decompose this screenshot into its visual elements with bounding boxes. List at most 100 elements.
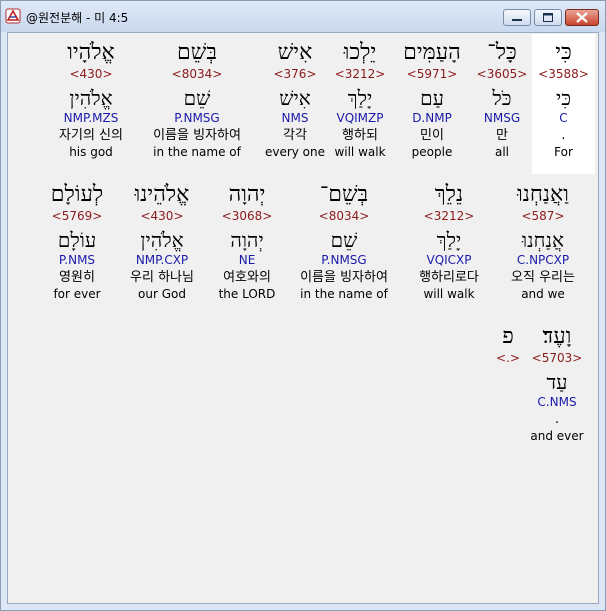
strong-number: <5703> bbox=[531, 351, 583, 365]
minimize-button[interactable] bbox=[503, 9, 531, 26]
english-gloss: and we bbox=[521, 287, 565, 301]
morph-code: VQICXP bbox=[426, 253, 472, 267]
lemma-word: יָלַךְ bbox=[436, 228, 462, 252]
word-block[interactable]: אֱלֹהֵינוּ <430> אֱלֹהִין NMP.CXP 우리 하나님… bbox=[114, 182, 210, 302]
morph-code: C.NMS bbox=[537, 395, 577, 409]
korean-gloss: 민이 bbox=[420, 128, 444, 143]
word-block[interactable]: יְהוָה <3068> יְהוָה NE 여호와의 the LORD bbox=[212, 182, 282, 302]
korean-gloss: 이름을 빙자하여 bbox=[300, 270, 388, 285]
maximize-button[interactable] bbox=[534, 9, 562, 26]
english-gloss: will walk bbox=[423, 287, 475, 301]
morph-code: NMP.MZS bbox=[63, 111, 119, 125]
morph-code: VQIMZP bbox=[336, 111, 384, 125]
maximize-icon bbox=[543, 13, 553, 22]
korean-gloss: 만 bbox=[496, 128, 508, 143]
hebrew-word: וַאֲנַחְנוּ bbox=[517, 182, 569, 207]
korean-gloss: 여호와의 bbox=[223, 270, 271, 285]
morph-code: NMP.CXP bbox=[135, 253, 189, 267]
title-bar[interactable]: @원전분해 - 미 4:5 bbox=[1, 1, 605, 32]
hebrew-word: אִישׁ bbox=[277, 40, 313, 65]
app-window: @원전분해 - 미 4:5 כִּי <3588> כִּי C . For כ… bbox=[0, 0, 606, 611]
hebrew-word: כָּל־ bbox=[487, 40, 517, 65]
english-gloss: his god bbox=[69, 145, 113, 159]
word-block[interactable]: הָעַמִּים <5971> עַם D.NMP 민이 people bbox=[394, 40, 470, 160]
korean-gloss: 영원히 bbox=[59, 270, 95, 285]
strong-number: <5971> bbox=[406, 67, 458, 81]
lemma-word: עוֹלָם bbox=[57, 228, 97, 252]
hebrew-word: בְּשֵׁם bbox=[177, 40, 217, 65]
strong-number: <587> bbox=[521, 209, 565, 223]
hebrew-word: כִּי bbox=[555, 40, 572, 65]
hebrew-word: לְעוֹלָם bbox=[50, 182, 104, 207]
morph-code: C bbox=[559, 111, 568, 125]
minimize-icon bbox=[512, 19, 522, 21]
window-title: @원전분해 - 미 4:5 bbox=[26, 11, 129, 25]
english-gloss: people bbox=[411, 145, 453, 159]
morph-code: P.NMSG bbox=[174, 111, 220, 125]
hebrew-word: פ bbox=[502, 324, 514, 349]
word-block[interactable]: יֵלְכוּ <3212> יָלַךְ VQIMZP 행하되 will wa… bbox=[326, 40, 394, 160]
korean-gloss: 자기의 신의 bbox=[59, 128, 123, 143]
english-gloss: and ever bbox=[530, 429, 584, 443]
strong-number: <.> bbox=[496, 351, 520, 365]
korean-gloss: . bbox=[554, 412, 560, 427]
lemma-word: אִישׁ bbox=[279, 86, 311, 110]
english-gloss: our God bbox=[138, 287, 186, 301]
korean-gloss: 이름을 빙자하여 bbox=[153, 128, 241, 143]
strong-number: <3068> bbox=[221, 209, 273, 223]
lemma-word: אֱלֹהִין bbox=[69, 86, 113, 110]
hebrew-word: הָעַמִּים bbox=[403, 40, 461, 65]
strong-number: <8034> bbox=[318, 209, 370, 223]
strong-number: <3605> bbox=[476, 67, 528, 81]
word-block[interactable]: כָּל־ <3605> כֹּל NMSG 만 all bbox=[474, 40, 530, 160]
word-block[interactable]: אֱלֹהָיו <430> אֱלֹהִין NMP.MZS 자기의 신의 h… bbox=[46, 40, 136, 160]
english-gloss: for ever bbox=[53, 287, 101, 301]
close-button[interactable] bbox=[565, 9, 599, 26]
korean-gloss: 우리 하나님 bbox=[130, 270, 194, 285]
lemma-word: עַד bbox=[546, 370, 568, 394]
lemma-word: אֱלֹהִין bbox=[140, 228, 184, 252]
korean-gloss: 각각 bbox=[283, 128, 307, 143]
hebrew-word: אֱלֹהֵינוּ bbox=[134, 182, 190, 207]
word-block[interactable]: לְעוֹלָם <5769> עוֹלָם P.NMS 영원히 for eve… bbox=[36, 182, 118, 302]
morph-code: NE bbox=[238, 253, 256, 267]
hebrew-word: יְהוָה bbox=[228, 182, 266, 207]
morph-code: C.NPCXP bbox=[516, 253, 570, 267]
analysis-panel[interactable]: כִּי <3588> כִּי C . For כָּל־ <3605> כֹ… bbox=[7, 32, 599, 604]
morph-code: NMS bbox=[281, 111, 309, 125]
word-block[interactable]: בְּשֵׁם <8034> שֵׁם P.NMSG 이름을 빙자하여 in t… bbox=[142, 40, 252, 160]
lemma-word: כִּי bbox=[555, 86, 572, 110]
word-block[interactable]: פ <.> bbox=[490, 325, 526, 367]
lemma-word: יְהוָה bbox=[230, 228, 264, 252]
morph-code: P.NMS bbox=[58, 253, 96, 267]
korean-gloss: . bbox=[561, 128, 566, 143]
english-gloss: in the name of bbox=[153, 145, 241, 159]
english-gloss: will walk bbox=[334, 145, 386, 159]
morph-code: NMSG bbox=[483, 111, 521, 125]
hebrew-word: נֵלֵךְ bbox=[434, 182, 464, 207]
word-block[interactable]: כִּי <3588> כִּי C . For bbox=[532, 40, 595, 160]
strong-number: <3212> bbox=[334, 67, 386, 81]
lemma-word: עַם bbox=[420, 86, 444, 110]
strong-number: <3588> bbox=[538, 67, 589, 81]
hebrew-word: יֵלְכוּ bbox=[343, 40, 377, 65]
word-block[interactable]: נֵלֵךְ <3212> יָלַךְ VQICXP 행하리로다 will w… bbox=[404, 182, 494, 302]
strong-number: <430> bbox=[140, 209, 184, 223]
hebrew-word: וָעֶד׃ bbox=[542, 324, 572, 349]
korean-gloss: 행하되 bbox=[342, 128, 378, 143]
english-gloss: in the name of bbox=[300, 287, 388, 301]
lemma-word: שֵׁם bbox=[330, 228, 358, 252]
hebrew-word: אֱלֹהָיו bbox=[67, 40, 115, 65]
morph-code: P.NMSG bbox=[321, 253, 367, 267]
english-gloss: the LORD bbox=[218, 287, 276, 301]
word-block[interactable]: וַאֲנַחְנוּ <587> אֲנַחְנוּ C.NPCXP 오직 우… bbox=[496, 182, 590, 302]
word-block[interactable]: וָעֶד׃ <5703> עַד C.NMS . and ever bbox=[524, 324, 590, 444]
strong-number: <8034> bbox=[171, 67, 223, 81]
word-block[interactable]: בְּשֵׁם־ <8034> שֵׁם P.NMSG 이름을 빙자하여 in … bbox=[288, 182, 400, 302]
lemma-word: יָלַךְ bbox=[347, 86, 373, 110]
strong-number: <376> bbox=[273, 67, 317, 81]
close-icon bbox=[576, 12, 588, 23]
word-block[interactable]: אִישׁ <376> אִישׁ NMS 각각 every one bbox=[262, 40, 328, 160]
hebrew-word: בְּשֵׁם־ bbox=[319, 182, 369, 207]
english-gloss: For bbox=[554, 145, 573, 159]
